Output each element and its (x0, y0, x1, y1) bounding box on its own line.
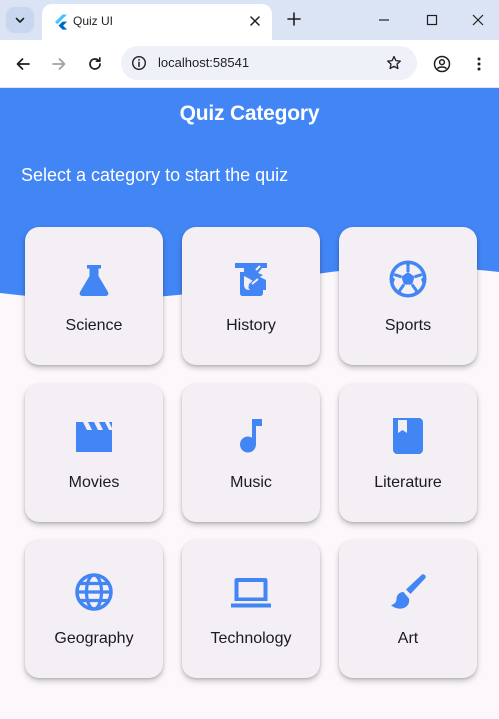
browser-window: Quiz UI localhost:58541 Quiz Category Se… (0, 0, 499, 719)
app-content: Quiz Category Select a category to start… (0, 88, 499, 719)
category-card-history[interactable]: History (182, 227, 320, 365)
star-icon (387, 55, 401, 70)
category-label: Art (397, 630, 419, 647)
back-button[interactable] (11, 52, 35, 76)
category-label: Music (230, 474, 272, 491)
music-note-icon (240, 419, 262, 453)
reload-icon (89, 56, 101, 70)
arrow-left-icon (16, 58, 30, 70)
globe-icon (75, 573, 113, 611)
category-label: History (226, 317, 276, 334)
category-card-sports[interactable]: Sports (339, 227, 477, 365)
page-subtitle: Select a category to start the quiz (21, 165, 289, 185)
category-card-science[interactable]: Science (25, 227, 163, 365)
category-card-art[interactable]: Art (339, 540, 477, 678)
soccer-ball-icon (389, 260, 427, 298)
book-icon (393, 418, 423, 454)
category-label: Literature (374, 474, 442, 491)
account-icon (433, 55, 451, 73)
tab-search-button[interactable] (6, 7, 34, 33)
category-card-music[interactable]: Music (182, 384, 320, 522)
category-card-technology[interactable]: Technology (182, 540, 320, 678)
category-label: Technology (210, 630, 292, 647)
forward-button[interactable] (47, 52, 71, 76)
tab-close-button[interactable] (246, 12, 264, 30)
category-card-literature[interactable]: Literature (339, 384, 477, 522)
tab-strip: Quiz UI (0, 0, 499, 40)
category-label: Sports (384, 317, 432, 334)
menu-button[interactable] (467, 52, 491, 76)
new-tab-button[interactable] (284, 9, 304, 29)
category-card-geography[interactable]: Geography (25, 540, 163, 678)
maximize-icon (426, 14, 438, 26)
browser-toolbar: localhost:58541 (0, 40, 499, 88)
minimize-icon (379, 19, 389, 21)
brush-icon (391, 574, 426, 609)
category-label: Movies (68, 474, 120, 491)
browser-tab[interactable]: Quiz UI (42, 4, 272, 40)
movie-clapper-icon (76, 422, 112, 452)
reload-button[interactable] (83, 52, 107, 76)
arrow-right-icon (52, 58, 66, 70)
history-edu-icon (235, 263, 267, 296)
maximize-button[interactable] (418, 8, 446, 32)
tab-title: Quiz UI (73, 14, 114, 28)
info-icon (131, 55, 147, 71)
close-icon (250, 16, 260, 26)
url-text: localhost:58541 (158, 55, 250, 70)
profile-button[interactable] (430, 52, 454, 76)
close-icon (472, 14, 484, 26)
address-bar[interactable]: localhost:58541 (121, 46, 417, 80)
more-vert-icon (477, 57, 481, 71)
minimize-button[interactable] (370, 8, 398, 32)
category-label: Science (65, 317, 123, 334)
chevron-down-icon (15, 17, 25, 23)
window-close-button[interactable] (464, 8, 492, 32)
flutter-icon (55, 14, 68, 30)
plus-icon (287, 12, 301, 26)
bookmark-button[interactable] (385, 54, 403, 72)
category-card-movies[interactable]: Movies (25, 384, 163, 522)
laptop-icon (231, 578, 271, 608)
category-label: Geography (54, 630, 134, 647)
site-info-button[interactable] (130, 54, 148, 72)
flask-icon (79, 265, 109, 296)
page-title: Quiz Category (179, 102, 320, 125)
